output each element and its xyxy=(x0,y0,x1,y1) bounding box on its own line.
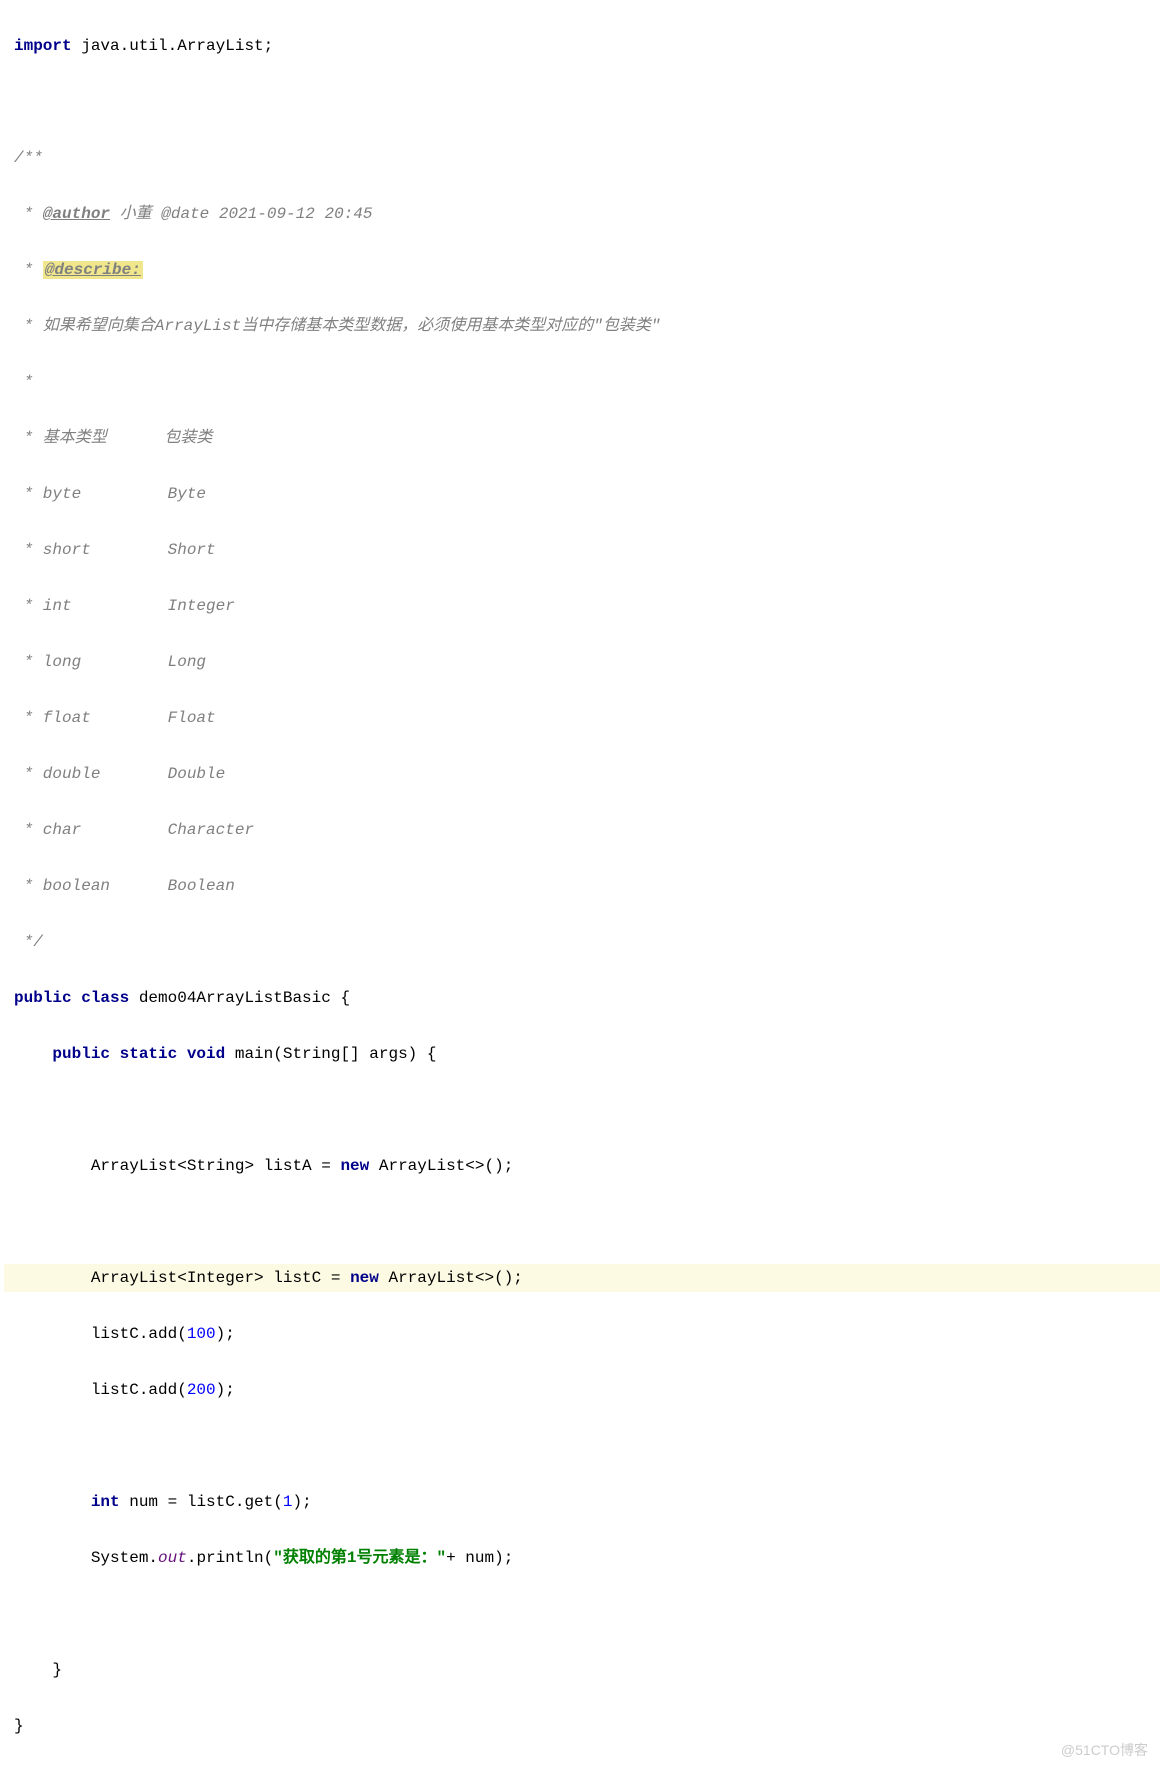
code-line-blank xyxy=(4,1096,1160,1124)
code-text: num = listC.get( xyxy=(120,1493,283,1511)
code-line: * @author 小董 @date 2021-09-12 20:45 xyxy=(4,200,1160,228)
code-line-blank xyxy=(4,1208,1160,1236)
keyword-new: new xyxy=(350,1269,379,1287)
code-line: */ xyxy=(4,928,1160,956)
code-line: * long Long xyxy=(4,648,1160,676)
code-line: listC.add(100); xyxy=(4,1320,1160,1348)
code-line: * byte Byte xyxy=(4,480,1160,508)
code-line: } xyxy=(4,1712,1160,1740)
code-text: System. xyxy=(14,1549,158,1567)
comment-text: * double Double xyxy=(14,765,225,783)
code-line: * xyxy=(4,368,1160,396)
comment-text: * 基本类型 包装类 xyxy=(14,429,212,447)
comment-text: * xyxy=(14,373,33,391)
comment-text: * int Integer xyxy=(14,597,235,615)
field-out: out xyxy=(158,1549,187,1567)
keyword-public-class: public class xyxy=(14,989,129,1007)
comment-end: */ xyxy=(14,933,43,951)
keyword-import: import xyxy=(14,37,72,55)
code-text: ArrayList<>(); xyxy=(379,1269,523,1287)
code-line: /** xyxy=(4,144,1160,172)
closing-brace: } xyxy=(14,1717,24,1735)
comment-text: * byte Byte xyxy=(14,485,206,503)
code-line: * 基本类型 包装类 xyxy=(4,424,1160,452)
code-line: } xyxy=(4,1656,1160,1684)
code-text: demo04ArrayListBasic { xyxy=(129,989,350,1007)
code-text: listC.add( xyxy=(14,1381,187,1399)
keyword-new: new xyxy=(340,1157,369,1175)
code-line-blank xyxy=(4,1432,1160,1460)
code-text: ); xyxy=(292,1493,311,1511)
code-line: listC.add(200); xyxy=(4,1376,1160,1404)
comment-text: * char Character xyxy=(14,821,254,839)
code-text: ArrayList<Integer> listC = xyxy=(14,1269,350,1287)
code-line: int num = listC.get(1); xyxy=(4,1488,1160,1516)
code-text: ); xyxy=(216,1381,235,1399)
code-line: * float Float xyxy=(4,704,1160,732)
number-literal: 1 xyxy=(283,1493,293,1511)
code-line: public class demo04ArrayListBasic { xyxy=(4,984,1160,1012)
code-line: ArrayList<String> listA = new ArrayList<… xyxy=(4,1152,1160,1180)
comment-text: * 如果希望向集合ArrayList当中存储基本类型数据，必须使用基本类型对应的… xyxy=(14,317,660,335)
comment-text: * short Short xyxy=(14,541,216,559)
number-literal: 200 xyxy=(187,1381,216,1399)
number-literal: 100 xyxy=(187,1325,216,1343)
comment-text: 小董 @date 2021-09-12 20:45 xyxy=(110,205,372,223)
code-line: * boolean Boolean xyxy=(4,872,1160,900)
code-text: listC.add( xyxy=(14,1325,187,1343)
code-line: import java.util.ArrayList; xyxy=(4,32,1160,60)
watermark-text: @51CTO博客 xyxy=(1061,1738,1148,1763)
keyword-public-static-void: public static void xyxy=(52,1045,225,1063)
javadoc-author-tag: @author xyxy=(43,205,110,223)
indent xyxy=(14,1045,52,1063)
indent xyxy=(14,1493,91,1511)
string-literal: "获取的第1号元素是：" xyxy=(273,1549,446,1567)
comment-text: * boolean Boolean xyxy=(14,877,235,895)
code-line: public static void main(String[] args) { xyxy=(4,1040,1160,1068)
code-text: java.util.ArrayList; xyxy=(72,37,274,55)
comment-text: * xyxy=(14,261,43,279)
code-text: ); xyxy=(216,1325,235,1343)
code-line: * int Integer xyxy=(4,592,1160,620)
code-editor: import java.util.ArrayList; /** * @autho… xyxy=(0,0,1160,1772)
comment-text: * long Long xyxy=(14,653,206,671)
code-line-blank xyxy=(4,88,1160,116)
code-line: * char Character xyxy=(4,816,1160,844)
code-line-blank xyxy=(4,1600,1160,1628)
code-text: .println( xyxy=(187,1549,273,1567)
code-text: main(String[] args) { xyxy=(225,1045,436,1063)
comment-text: * float Float xyxy=(14,709,216,727)
code-line: * @describe: xyxy=(4,256,1160,284)
code-text: ArrayList<String> listA = xyxy=(14,1157,340,1175)
keyword-int: int xyxy=(91,1493,120,1511)
code-line: * 如果希望向集合ArrayList当中存储基本类型数据，必须使用基本类型对应的… xyxy=(4,312,1160,340)
closing-brace: } xyxy=(14,1661,62,1679)
code-text: + num); xyxy=(446,1549,513,1567)
code-line: * double Double xyxy=(4,760,1160,788)
comment-text: * xyxy=(14,205,43,223)
code-line: * short Short xyxy=(4,536,1160,564)
comment-start: /** xyxy=(14,149,43,167)
code-text: ArrayList<>(); xyxy=(369,1157,513,1175)
code-line-highlighted: ArrayList<Integer> listC = new ArrayList… xyxy=(4,1264,1160,1292)
javadoc-describe-tag: @describe: xyxy=(43,261,143,279)
code-line: System.out.println("获取的第1号元素是："+ num); xyxy=(4,1544,1160,1572)
